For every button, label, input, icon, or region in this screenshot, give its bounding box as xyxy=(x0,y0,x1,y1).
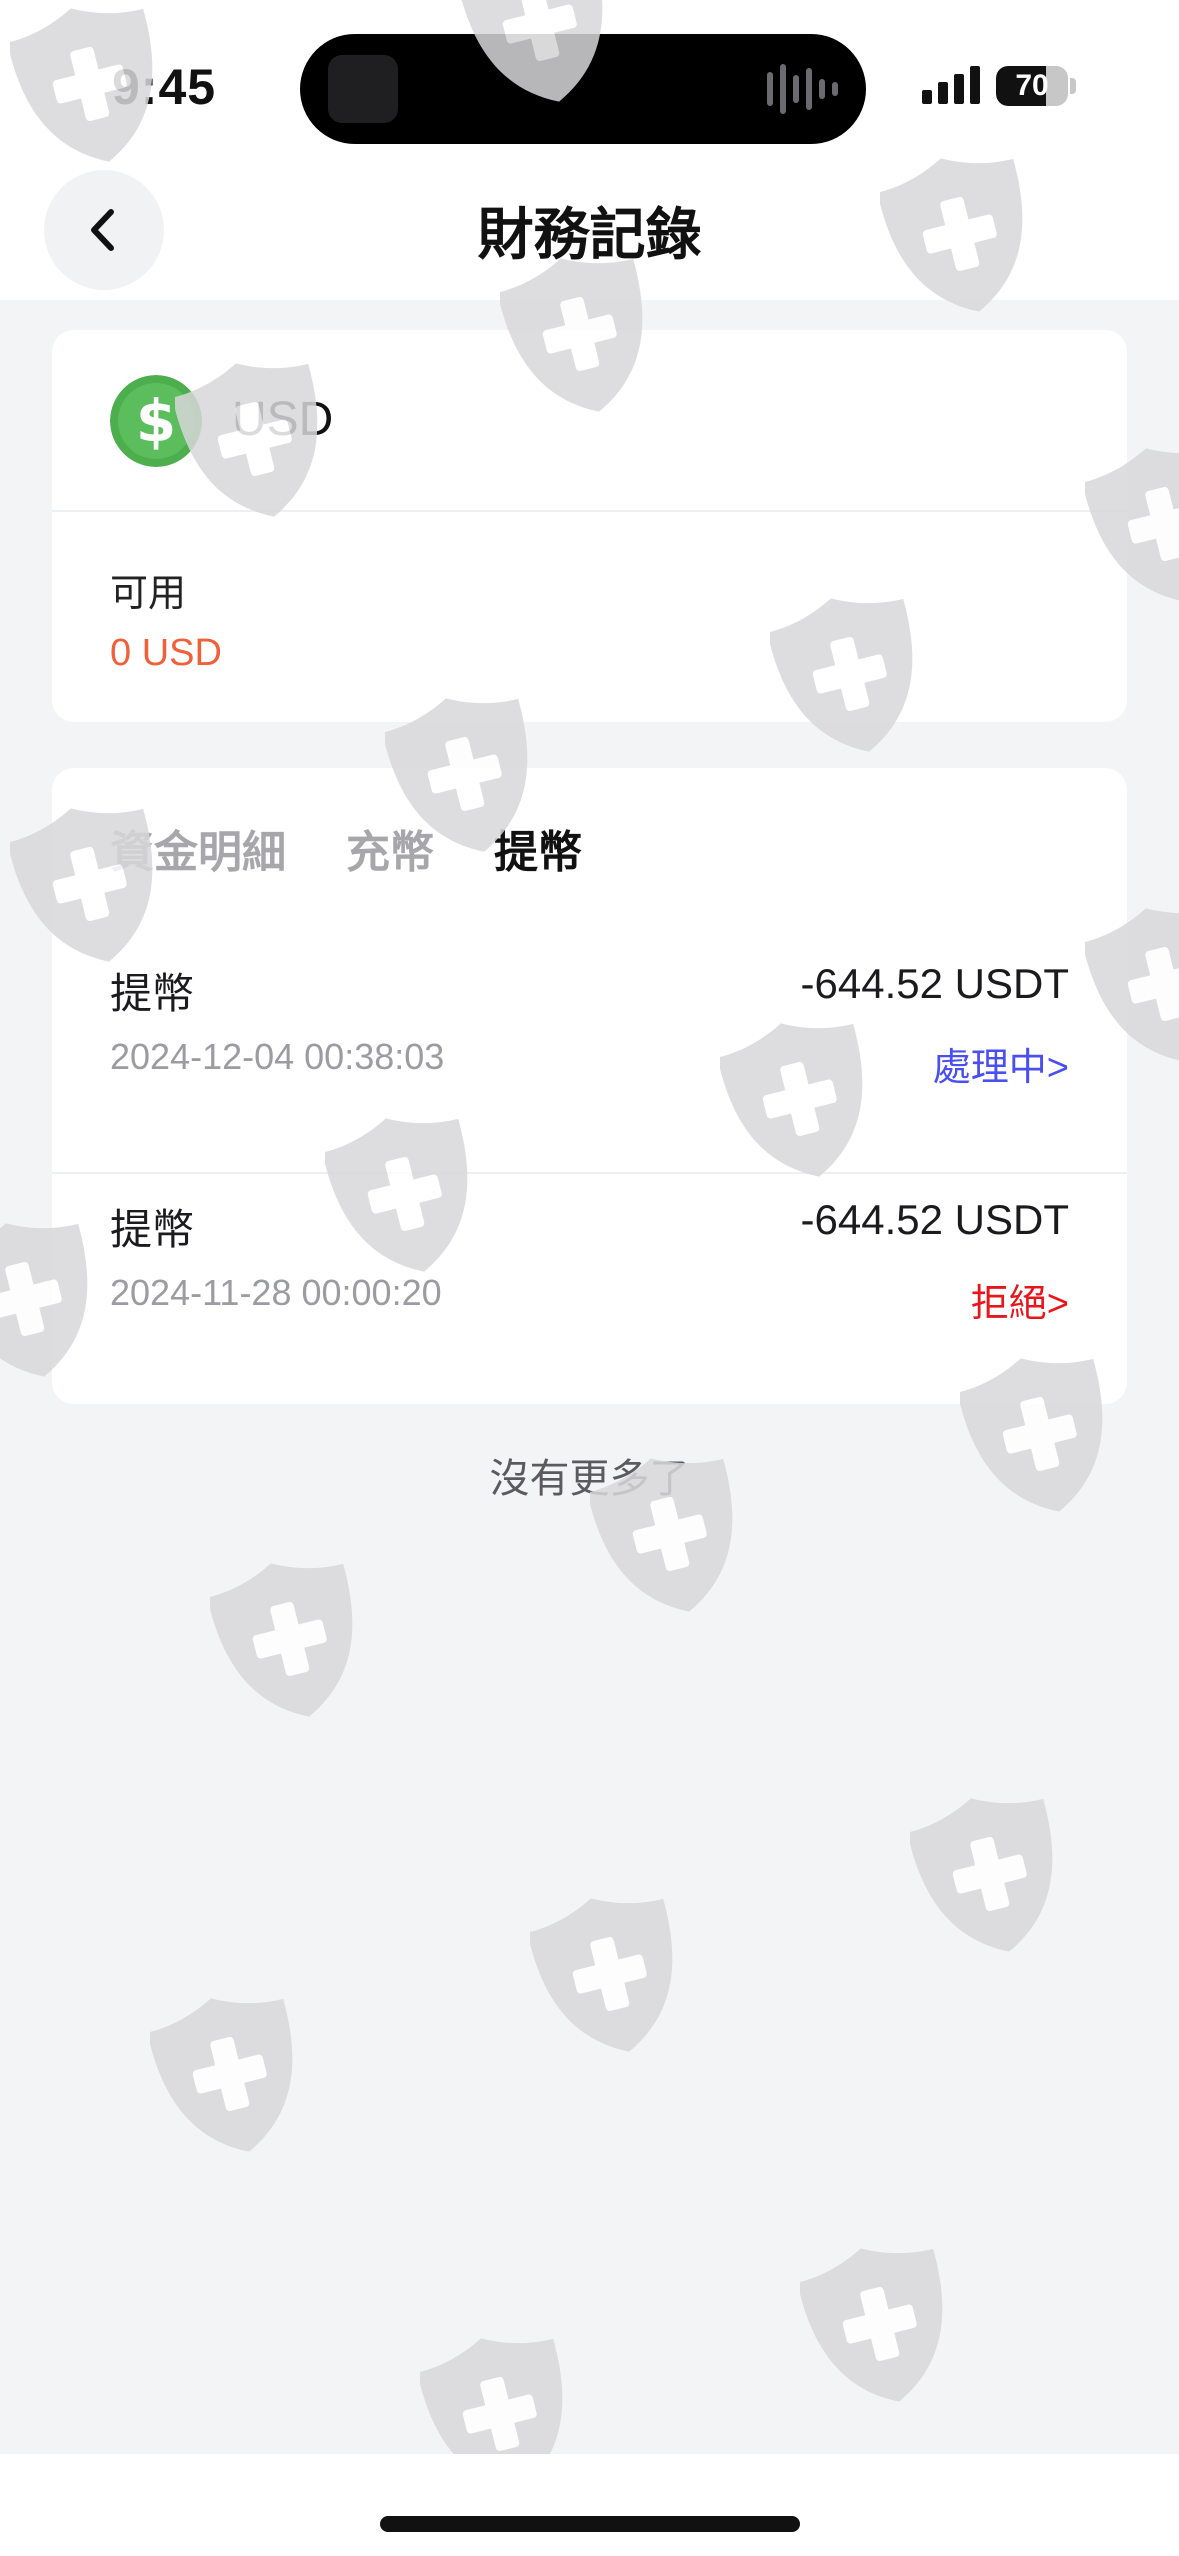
audio-waveform-icon xyxy=(767,64,838,114)
currency-row[interactable]: $ USD xyxy=(52,330,1127,512)
shield-plus-icon xyxy=(530,1898,673,2052)
page-title: 財務記錄 xyxy=(477,203,702,266)
shield-plus-icon xyxy=(210,1563,353,1717)
dynamic-island xyxy=(300,34,866,144)
record-amount: -644.52 USDT xyxy=(800,960,1069,1007)
status-time: 9:45 xyxy=(112,59,217,115)
currency-name: USD xyxy=(232,393,334,446)
list-item[interactable]: 提幣 2024-11-28 00:00:20 -644.52 USDT 拒絕> xyxy=(52,1174,1127,1404)
dollar-coin-icon: $ xyxy=(110,375,202,467)
list-item[interactable]: 提幣 2024-12-04 00:38:03 -644.52 USDT 處理中> xyxy=(52,938,1127,1174)
no-more-text: 沒有更多了 xyxy=(489,1457,690,1501)
battery-tip xyxy=(1070,78,1076,94)
record-type: 提幣 xyxy=(110,1206,195,1253)
balance-card: $ USD 可用 0 USD xyxy=(52,330,1127,722)
records-card: 資金明細 充幣 提幣 提幣 2024-12-04 00:38:03 -644.5… xyxy=(52,768,1127,1404)
cellular-signal-icon xyxy=(922,64,980,104)
home-bar-area xyxy=(0,2454,1179,2556)
available-value: 0 USD xyxy=(110,632,222,674)
tab-fund-details[interactable]: 資金明細 xyxy=(110,816,286,880)
screen: 9:45 70 財務記錄 $ USD 可用 0 USD 資金明細 充幣 提幣 提… xyxy=(0,0,1179,2556)
tab-withdraw[interactable]: 提幣 xyxy=(494,816,582,880)
home-indicator[interactable] xyxy=(380,2516,800,2532)
record-type: 提幣 xyxy=(110,970,195,1017)
shield-plus-icon xyxy=(910,1798,1053,1952)
svg-text:$: $ xyxy=(136,387,176,455)
available-label: 可用 xyxy=(110,573,187,615)
record-datetime: 2024-11-28 00:00:20 xyxy=(110,1272,442,1313)
record-tabs: 資金明細 充幣 提幣 xyxy=(110,816,582,880)
shield-plus-icon xyxy=(800,2248,943,2402)
battery-icon: 70 xyxy=(996,66,1068,106)
record-status-link[interactable]: 處理中> xyxy=(933,1036,1069,1091)
record-status-link[interactable]: 拒絕> xyxy=(971,1272,1069,1327)
camera-icon xyxy=(328,55,398,123)
battery-level: 70 xyxy=(1015,69,1049,102)
shield-plus-icon xyxy=(150,1998,293,2152)
tab-deposit[interactable]: 充幣 xyxy=(346,816,434,880)
record-datetime: 2024-12-04 00:38:03 xyxy=(110,1036,445,1077)
record-amount: -644.52 USDT xyxy=(800,1196,1069,1243)
